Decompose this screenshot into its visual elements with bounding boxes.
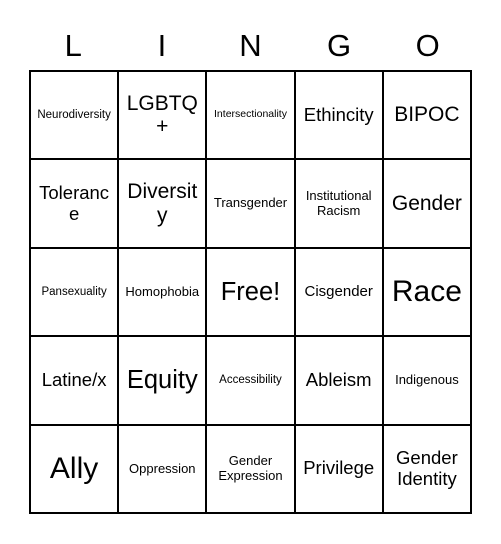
bingo-cell-label: Privilege: [303, 457, 375, 479]
bingo-cell[interactable]: Privilege: [295, 425, 384, 514]
bingo-card: L I N G O Neurodiversity LGBTQ+ Intersectional…: [0, 0, 501, 544]
bingo-cell-label: LGBTQ+: [126, 91, 198, 139]
bingo-cell[interactable]: Neurodiversity: [31, 72, 120, 161]
bingo-cell[interactable]: Gender Expression: [207, 425, 296, 514]
bingo-cell-label: Free!: [220, 277, 281, 306]
bingo-free-space[interactable]: Free!: [207, 248, 296, 338]
bingo-cell-label: Gender Identity: [396, 447, 458, 489]
bingo-cell-label: Gender Expression: [218, 453, 283, 483]
bingo-cell[interactable]: Latine/x: [31, 337, 120, 426]
bingo-cell-label: BIPOC: [394, 103, 460, 127]
bingo-cell-label: Latine/x: [41, 369, 107, 391]
bingo-cell-label: Race: [391, 275, 462, 309]
bingo-header-letter-l: L: [64, 27, 82, 63]
bingo-cell-label: Accessibility: [219, 373, 282, 386]
bingo-cell[interactable]: Tolerance: [31, 160, 120, 249]
bingo-cell[interactable]: Indigenous: [383, 337, 472, 426]
bingo-cell[interactable]: Gender Identity: [383, 425, 472, 514]
bingo-cell[interactable]: Diversity: [119, 160, 208, 249]
bingo-cell-label: Pansexuality: [41, 285, 107, 298]
bingo-header-letter-n: N: [239, 27, 262, 63]
bingo-cell-label: Indigenous: [395, 372, 459, 388]
bingo-cell[interactable]: Ally: [31, 425, 120, 514]
bingo-cell-label: Ethincity: [303, 103, 374, 125]
bingo-cell[interactable]: Equity: [119, 337, 208, 426]
bingo-cell[interactable]: Cisgender: [295, 248, 384, 338]
bingo-header-row: LINGO: [29, 22, 472, 68]
bingo-cell[interactable]: Homophobia: [119, 248, 208, 338]
bingo-cell[interactable]: Accessibility: [207, 337, 296, 426]
bingo-cell[interactable]: Oppression: [119, 425, 208, 514]
bingo-grid: Neurodiversity LGBTQ+ Intersectionality Eth…: [29, 70, 472, 514]
bingo-cell[interactable]: Transgender: [207, 160, 296, 249]
bingo-cell-label: Ableism: [305, 369, 372, 391]
bingo-cell[interactable]: Intersectionality: [207, 72, 296, 161]
bingo-header-letter-g: G: [327, 27, 352, 63]
bingo-cell[interactable]: Institutional Racism: [295, 160, 384, 249]
bingo-cell-label: Neurodiversity: [37, 108, 111, 121]
bingo-cell[interactable]: Ethincity: [295, 72, 384, 161]
bingo-cell-label: Cisgender: [304, 282, 373, 300]
bingo-cell-label: Ally: [49, 452, 99, 485]
bingo-cell[interactable]: Gender: [383, 160, 472, 249]
bingo-cell-label: Gender: [391, 191, 462, 215]
bingo-cell[interactable]: Race: [383, 248, 472, 338]
bingo-cell[interactable]: Pansexuality: [31, 248, 120, 338]
bingo-cell[interactable]: Ableism: [295, 337, 384, 426]
bingo-cell[interactable]: BIPOC: [383, 72, 472, 161]
bingo-cell-label: Institutional Racism: [305, 188, 372, 218]
bingo-header-letter-o: O: [415, 27, 440, 63]
bingo-cell-label: Homophobia: [125, 283, 200, 299]
bingo-cell-label: Oppression: [129, 460, 196, 476]
bingo-cell-label: Diversity: [127, 180, 198, 227]
bingo-header-letter-i: I: [157, 27, 167, 63]
bingo-cell-label: Intersectionality: [214, 108, 287, 121]
bingo-cell-label: Transgender: [213, 195, 288, 211]
bingo-cell-label: Tolerance: [39, 181, 110, 224]
bingo-cell-label: Equity: [126, 366, 198, 395]
bingo-cell[interactable]: LGBTQ+: [119, 72, 208, 161]
